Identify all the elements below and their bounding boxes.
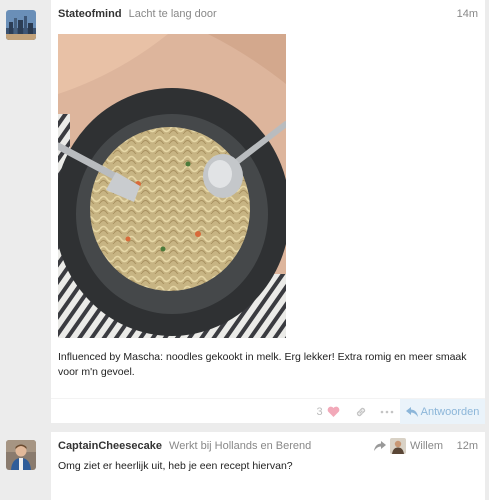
post-body: Influenced by Mascha: noodles gekookt in… bbox=[58, 351, 467, 378]
user-title: Lacht te lang door bbox=[128, 8, 217, 20]
ellipsis-icon bbox=[380, 410, 394, 413]
bowl-of-noodles-photo[interactable] bbox=[58, 34, 286, 338]
username[interactable]: Stateofmind bbox=[58, 8, 122, 20]
heart-icon bbox=[327, 406, 339, 417]
post-card: CaptainCheesecake Werkt bij Hollands en … bbox=[51, 432, 485, 500]
post-timestamp[interactable]: 12m bbox=[457, 440, 478, 452]
user-title: Werkt bij Hollands en Berend bbox=[169, 440, 312, 452]
person-avatar-icon bbox=[390, 438, 406, 454]
reply-to-indicator[interactable]: Willem bbox=[374, 438, 443, 454]
more-options-button[interactable] bbox=[375, 399, 399, 424]
post-timestamp[interactable]: 14m bbox=[457, 8, 478, 20]
like-count: 3 bbox=[316, 405, 323, 418]
post-card: Stateofmind Lacht te lang door 14m Influ… bbox=[51, 0, 485, 424]
reply-to-avatar bbox=[390, 438, 406, 454]
user-avatar-captaincheesecake[interactable] bbox=[6, 440, 36, 470]
share-link-button[interactable] bbox=[349, 399, 373, 424]
user-avatar-stateofmind[interactable] bbox=[6, 10, 36, 40]
reply-to-username: Willem bbox=[410, 440, 443, 452]
like-button[interactable]: 3 bbox=[309, 399, 347, 424]
post-body: Omg ziet er heerlijk uit, heb je een rec… bbox=[58, 460, 293, 472]
reply-button[interactable]: Antwoorden bbox=[400, 399, 485, 424]
username[interactable]: CaptainCheesecake bbox=[58, 440, 162, 452]
reply-arrow-icon bbox=[405, 406, 418, 417]
city-skyline-avatar-icon bbox=[6, 10, 36, 40]
share-arrow-icon bbox=[374, 441, 386, 451]
post-header: Stateofmind Lacht te lang door 14m bbox=[58, 8, 478, 22]
link-icon bbox=[356, 407, 366, 416]
person-avatar-icon bbox=[6, 440, 36, 470]
reply-label: Antwoorden bbox=[420, 405, 480, 418]
post-actions: 3 Antwoorden bbox=[51, 398, 485, 424]
